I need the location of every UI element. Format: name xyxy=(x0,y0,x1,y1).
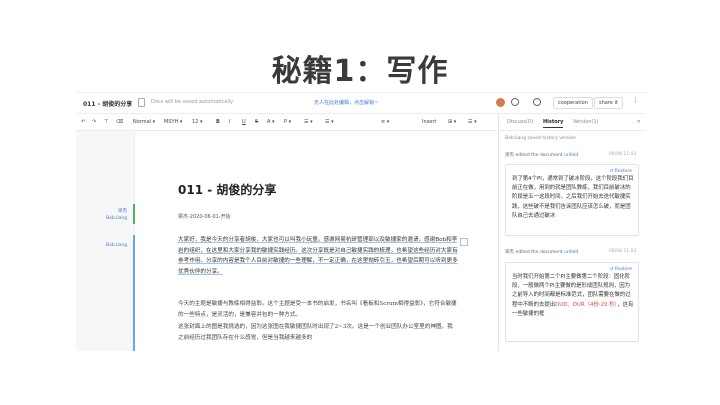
gutter-author-user: Bob.liang xyxy=(106,216,128,221)
close-icon[interactable]: ✕ xyxy=(637,119,641,125)
avatar[interactable] xyxy=(496,98,505,107)
saved-version-note: Bob.liang saved history version xyxy=(505,136,576,141)
comment-gutter: 梁杰 Bob.liang Bob.liang xyxy=(76,131,135,351)
comment-icon[interactable] xyxy=(460,238,468,246)
history-card-text: 到了第4个PI，通常到了破冰阶段，这个阶段我们目前正在做，用到的就是团队教练，我… xyxy=(512,176,634,219)
bold-button[interactable]: B xyxy=(216,119,220,125)
restore-button[interactable]: ↺ Restore xyxy=(610,265,632,274)
tab-version[interactable]: Version(1) xyxy=(573,119,598,125)
highlighted-text: DUD、DUR（4份·20 秒） xyxy=(555,301,618,308)
edit-marker xyxy=(133,235,135,351)
history-entry: 梁杰 edited the document unfold 06/08 11:0… xyxy=(505,152,636,158)
italic-button[interactable]: I xyxy=(229,119,230,125)
history-time: 06/08 11:03 xyxy=(609,249,637,254)
cooperation-button[interactable]: cooperation xyxy=(553,97,593,109)
document-page[interactable]: 011 - 胡俊的分享 梁杰-2020-06-01-开始 大家好，我是今天的分享… xyxy=(136,131,496,351)
paragraph-style-select[interactable]: Normal ▾ xyxy=(133,119,155,125)
highlight-button[interactable]: P ▾ xyxy=(284,119,291,125)
history-action: edited the document xyxy=(515,153,563,158)
history-card: ↺ Restore 当时我们开始第二个PI主要做第二个阶段：固化阶段，一般做两个… xyxy=(505,262,639,342)
autosave-note: Docs will be saved automatically xyxy=(151,99,234,105)
unfold-link[interactable]: unfold xyxy=(564,153,578,158)
history-action: edited the document xyxy=(515,250,563,255)
unlock-edit-link[interactable]: 无人在此处编辑，点击解锁~ xyxy=(314,99,378,106)
top-bar: 011 - 胡俊的分享 Docs will be saved automatic… xyxy=(76,93,646,114)
share-button[interactable]: share it xyxy=(594,97,623,109)
format-toolbar: ↶ ↷ ⊤ ⌫ Normal ▾ MSYH ▾ 12 ▾ B I U S A ▾… xyxy=(76,114,496,131)
font-family-select[interactable]: MSYH ▾ xyxy=(164,119,182,125)
gutter-author-name: 梁杰 xyxy=(118,209,127,214)
strikethrough-button[interactable]: S xyxy=(255,119,258,125)
history-card: ↺ Restore 到了第4个PI，通常到了破冰阶段，这个阶段我们目前正在做，用… xyxy=(505,164,639,236)
undo-icon[interactable]: ↶ xyxy=(81,119,85,125)
font-size-select[interactable]: 12 ▾ xyxy=(192,119,202,125)
unfold-link[interactable]: unfold xyxy=(564,250,578,255)
tab-discuss[interactable]: Discuss(0) xyxy=(507,119,533,125)
editor-screenshot: 011 - 胡俊的分享 Docs will be saved automatic… xyxy=(76,92,646,351)
table-button[interactable]: ⊞ ▾ xyxy=(448,119,456,125)
history-card-text: 当时我们开始第二个PI主要做第二个阶段：固化阶段，一般做两个PI主要做的是形成团… xyxy=(512,273,634,319)
underline-button[interactable]: U xyxy=(242,119,246,125)
more-icon[interactable]: ⋮ xyxy=(632,96,639,104)
edit-marker xyxy=(133,204,135,224)
history-icon[interactable] xyxy=(511,98,519,106)
redo-icon[interactable]: ↷ xyxy=(92,119,96,125)
doc-title: 011 - 胡俊的分享 xyxy=(83,101,133,108)
format-paint-icon[interactable]: ⊤ xyxy=(104,119,108,125)
fade-overlay xyxy=(506,221,638,235)
settings-icon[interactable] xyxy=(533,98,541,106)
restore-button[interactable]: ↺ Restore xyxy=(610,167,632,176)
paragraph-3[interactable]: 这张封面上的图是我挑选的，因为这张图在我敏捷团队时出现了2~3次。这是一个创业团… xyxy=(178,322,458,343)
document-heading: 011 - 胡俊的分享 xyxy=(178,183,277,197)
paragraph-2[interactable]: 今天的主题是敏捷与教练相得益彰。这个主题是受一本书的启发，书名叫《看板和Scru… xyxy=(178,299,458,320)
history-entry: 梁杰 edited the document unfold 06/08 11:0… xyxy=(505,249,636,255)
bullet-list-button[interactable]: ☰ ▾ xyxy=(325,119,334,125)
history-time: 06/08 11:03 xyxy=(609,152,637,157)
history-panel: Discuss(0) History Version(1) ✕ Bob.lian… xyxy=(498,114,646,351)
align-button[interactable]: ≡ ▾ xyxy=(381,119,389,125)
insert-button[interactable]: Insert xyxy=(422,119,436,125)
slide-title: 秘籍1：写作 xyxy=(271,54,449,89)
paragraph-1[interactable]: 大家好，我是今天的分享者胡俊，大家也可以叫我小玩童。感谢网易杭研管理部以及敏捷家… xyxy=(178,235,458,277)
document-meta: 梁杰-2020-06-01-开始 xyxy=(178,214,231,220)
gutter-author-user: Bob.liang xyxy=(106,243,128,248)
text-color-button[interactable]: A ▾ xyxy=(267,119,275,125)
bookmark-icon[interactable] xyxy=(138,98,145,107)
clear-format-icon[interactable]: ⌫ xyxy=(116,119,123,125)
ordered-list-button[interactable]: ☰ ▾ xyxy=(304,119,313,125)
history-user: 梁杰 xyxy=(505,153,514,158)
history-user: 梁杰 xyxy=(505,250,514,255)
panel-tabs: Discuss(0) History Version(1) ✕ xyxy=(499,114,646,131)
tab-history[interactable]: History xyxy=(543,119,564,128)
more-format-button[interactable]: ☰ ▾ xyxy=(468,119,477,125)
